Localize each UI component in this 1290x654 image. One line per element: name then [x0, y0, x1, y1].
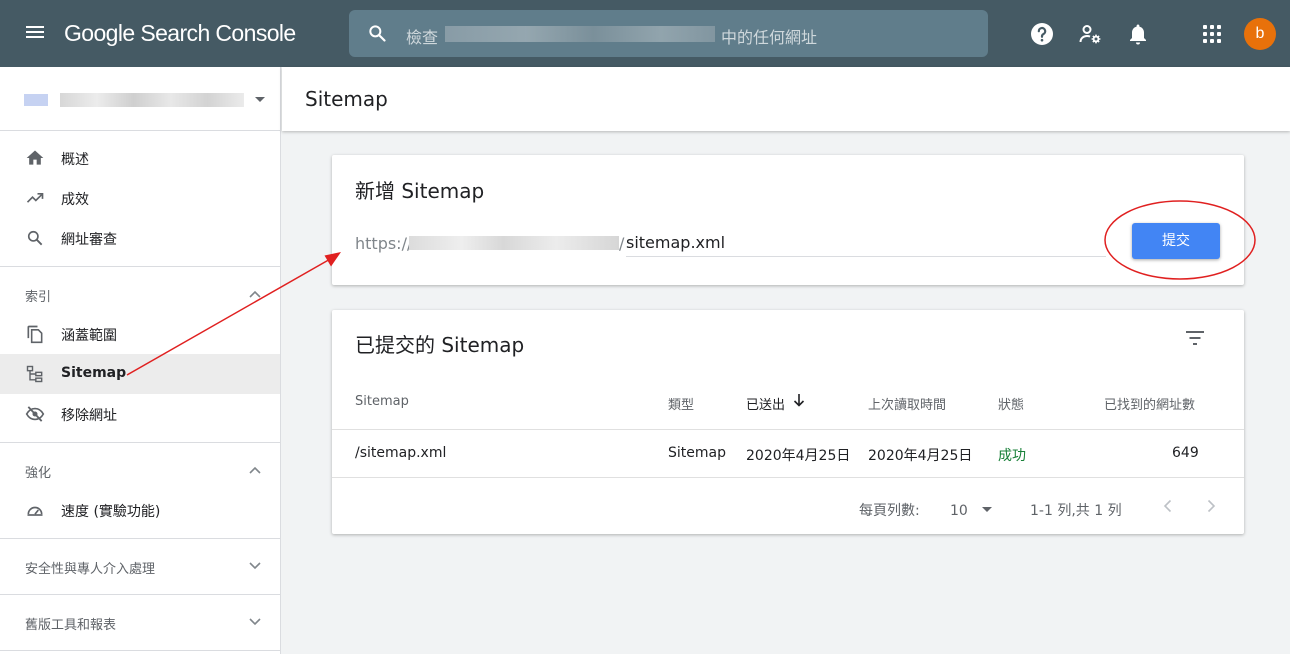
- page-title: Sitemap: [305, 87, 388, 111]
- section-header-legacy[interactable]: 舊版工具和報表: [0, 602, 280, 642]
- column-header-status[interactable]: 狀態: [998, 394, 1024, 413]
- card-title: 新增 Sitemap: [355, 179, 485, 203]
- search-icon: [27, 230, 43, 246]
- column-header-last-read[interactable]: 上次讀取時間: [868, 394, 946, 413]
- sidebar: 概述 成效 網址審查 索引 涵蓋範圍 Sitemap 移除網址 強化 速度 (實…: [0, 67, 281, 654]
- cell-sitemap: /sitemap.xml: [355, 445, 447, 461]
- cell-type: Sitemap: [668, 445, 726, 461]
- section-label: 索引: [25, 290, 52, 305]
- sidebar-item-speed[interactable]: 速度 (實驗功能): [0, 490, 280, 530]
- property-selector[interactable]: [0, 67, 280, 131]
- property-favicon: [24, 94, 48, 106]
- section-label: 安全性與專人介入處理: [25, 562, 156, 577]
- section-header-index[interactable]: 索引: [0, 274, 280, 314]
- notifications-icon[interactable]: [1126, 22, 1150, 46]
- search-icon: [369, 25, 386, 42]
- cell-last-read: 2020年4月25日: [868, 448, 973, 464]
- search-placeholder-prefix: 檢查: [406, 28, 439, 47]
- apps-grid-icon[interactable]: [1200, 22, 1224, 46]
- account-avatar[interactable]: b: [1244, 18, 1276, 50]
- divider: [0, 538, 280, 539]
- sidebar-item-label: 速度 (實驗功能): [61, 504, 161, 520]
- add-sitemap-card: 新增 Sitemap https:// / 提交: [332, 155, 1244, 285]
- sitemap-url-input[interactable]: [626, 229, 1106, 257]
- file-copy-icon: [27, 325, 43, 344]
- rows-per-page-select[interactable]: 10: [950, 500, 998, 520]
- trending-up-icon: [26, 193, 44, 203]
- rows-per-page-value: 10: [950, 503, 968, 519]
- divider: [0, 266, 280, 267]
- redacted-property-name: [60, 93, 244, 107]
- column-header-urls-found[interactable]: 已找到的網址數: [1104, 394, 1195, 413]
- sidebar-item-coverage[interactable]: 涵蓋範圍: [0, 314, 280, 354]
- sidebar-item-label: Sitemap: [61, 365, 127, 381]
- chevron-left-icon[interactable]: [1158, 496, 1178, 516]
- sidebar-item-url-inspection[interactable]: 網址審查: [0, 218, 280, 258]
- url-prefix: https://: [355, 234, 413, 253]
- sidebar-item-removals[interactable]: 移除網址: [0, 394, 280, 434]
- section-label: 強化: [25, 466, 52, 481]
- sidebar-item-overview[interactable]: 概述: [0, 138, 280, 178]
- top-app-bar: Google Search Console 檢查 中的任何網址 b: [0, 0, 1290, 67]
- divider: [0, 650, 280, 651]
- cell-urls-found: 649: [1172, 445, 1199, 461]
- chevron-right-icon[interactable]: [1201, 496, 1221, 516]
- section-header-enhancements[interactable]: 強化: [0, 450, 280, 490]
- divider: [332, 477, 1244, 478]
- sidebar-item-label: 概述: [61, 152, 89, 168]
- redacted-domain: [445, 26, 715, 42]
- app-logo[interactable]: Google Search Console: [64, 20, 296, 47]
- chevron-up-icon: [249, 466, 261, 474]
- page-header: Sitemap: [282, 67, 1290, 131]
- submit-button[interactable]: 提交: [1132, 223, 1220, 259]
- section-label: 舊版工具和報表: [25, 618, 117, 633]
- search-placeholder-suffix: 中的任何網址: [721, 28, 818, 47]
- submitted-sitemaps-card: 已提交的 Sitemap Sitemap 類型 已送出 上次讀取時間 狀態 已找…: [332, 310, 1244, 534]
- menu-icon[interactable]: [24, 23, 46, 43]
- help-icon[interactable]: [1030, 22, 1054, 46]
- chevron-down-icon: [249, 562, 261, 570]
- divider: [0, 594, 280, 595]
- chevron-up-icon: [249, 290, 261, 298]
- pagination-range: 1-1 列,共 1 列: [1030, 503, 1122, 519]
- divider: [332, 429, 1244, 430]
- caret-down-icon: [982, 507, 992, 512]
- sidebar-item-label: 網址審查: [61, 232, 117, 248]
- home-icon: [26, 150, 44, 165]
- chevron-down-icon: [249, 618, 261, 626]
- manage-users-icon[interactable]: [1078, 22, 1102, 46]
- filter-icon[interactable]: [1184, 330, 1206, 346]
- redacted-domain: [409, 236, 619, 250]
- visibility-off-icon: [25, 406, 45, 422]
- column-header-submitted[interactable]: 已送出: [746, 394, 785, 413]
- cell-submitted: 2020年4月25日: [746, 448, 851, 464]
- sitemap-icon: [26, 365, 43, 383]
- cell-status: 成功: [998, 448, 1026, 464]
- sidebar-item-label: 成效: [61, 192, 89, 208]
- column-header-sitemap[interactable]: Sitemap: [355, 394, 409, 409]
- card-title: 已提交的 Sitemap: [355, 333, 525, 357]
- sidebar-item-sitemaps[interactable]: Sitemap: [0, 354, 280, 394]
- sidebar-item-performance[interactable]: 成效: [0, 178, 280, 218]
- sidebar-item-label: 涵蓋範圍: [61, 328, 117, 344]
- sidebar-item-label: 移除網址: [61, 408, 117, 424]
- divider: [0, 442, 280, 443]
- url-inspection-search[interactable]: 檢查 中的任何網址: [349, 10, 988, 57]
- url-slash: /: [619, 234, 625, 253]
- column-header-type[interactable]: 類型: [668, 394, 694, 413]
- arrow-down-icon: [793, 394, 805, 407]
- caret-down-icon: [255, 97, 265, 102]
- speedometer-icon: [27, 506, 43, 516]
- section-header-security[interactable]: 安全性與專人介入處理: [0, 546, 280, 586]
- rows-per-page-label: 每頁列數:: [859, 503, 920, 519]
